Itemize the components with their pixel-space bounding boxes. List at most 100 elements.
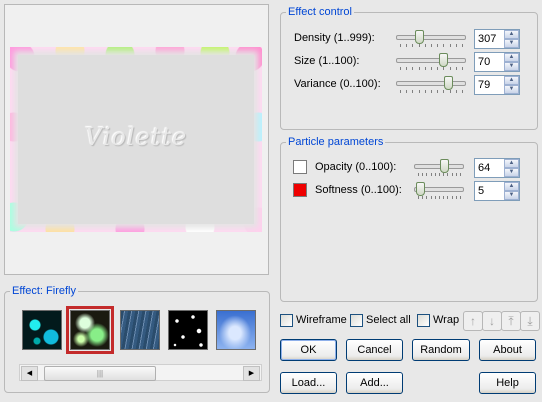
effects-scrollbar[interactable]: ◀ ||| ▶ <box>19 364 262 381</box>
density-label: Density (1..999): <box>294 32 375 44</box>
slider-tick <box>412 44 413 47</box>
slider-thumb[interactable] <box>444 76 453 90</box>
slider-tick <box>425 44 426 47</box>
slider-tick <box>426 196 427 199</box>
spin-up-icon[interactable]: ▲ <box>504 53 519 62</box>
help-button[interactable]: Help <box>479 372 536 394</box>
slider-tick <box>456 90 457 93</box>
softness-color-swatch[interactable] <box>293 183 307 197</box>
opacity-value[interactable]: 64 <box>478 162 490 174</box>
opacity-spinbox[interactable]: 64 ▲ ▼ <box>474 158 520 178</box>
size-spinbox[interactable]: 70 ▲ ▼ <box>474 52 520 72</box>
opacity-label: Opacity (0..100): <box>315 161 397 173</box>
variance-spinbox[interactable]: 79 ▲ ▼ <box>474 75 520 95</box>
slider-tick <box>419 90 420 93</box>
slider-track <box>396 58 466 63</box>
spin-down-icon[interactable]: ▼ <box>504 39 519 48</box>
slider-tick <box>450 90 451 93</box>
preview-canvas: Violette <box>18 55 254 224</box>
slider-tick <box>439 173 440 176</box>
move-up-button[interactable]: ↑ <box>463 311 483 331</box>
slider-thumb[interactable] <box>415 30 424 44</box>
effect-control-title: Effect control <box>288 6 352 18</box>
variance-label: Variance (0..100): <box>294 78 381 90</box>
density-slider[interactable] <box>396 29 466 51</box>
slider-tick <box>443 44 444 47</box>
spin-down-icon[interactable]: ▼ <box>504 85 519 94</box>
wireframe-checkbox[interactable] <box>280 314 293 327</box>
move-down-button[interactable]: ↓ <box>482 311 502 331</box>
slider-tick <box>400 90 401 93</box>
slider-thumb[interactable] <box>416 182 425 196</box>
slider-tick <box>437 44 438 47</box>
spin-up-icon[interactable]: ▲ <box>504 159 519 168</box>
spin-up-icon[interactable]: ▲ <box>504 182 519 191</box>
variance-slider[interactable] <box>396 75 466 97</box>
arrow-to-top-icon: ⤒ <box>508 314 514 328</box>
slider-thumb[interactable] <box>439 53 448 67</box>
slider-tick <box>419 67 420 70</box>
effect-panel-title: Effect: Firefly <box>12 285 76 297</box>
slider-tick <box>443 196 444 199</box>
scroll-left-button[interactable]: ◀ <box>21 366 38 381</box>
slider-tick <box>447 196 448 199</box>
cancel-button[interactable]: Cancel <box>346 339 403 361</box>
slider-tick <box>462 44 463 47</box>
softness-label: Softness (0..100): <box>315 184 402 196</box>
move-top-button[interactable]: ⤒ <box>501 311 521 331</box>
slider-thumb[interactable] <box>440 159 449 173</box>
particle-parameters-title: Particle parameters <box>288 136 384 148</box>
watermark-text: Violette <box>84 123 188 151</box>
arrow-to-bottom-icon: ⤓ <box>527 314 533 328</box>
slider-tick <box>418 196 419 199</box>
softness-slider[interactable] <box>414 181 464 203</box>
preview-image: Violette <box>10 47 262 232</box>
wrap-checkbox[interactable] <box>417 314 430 327</box>
size-slider[interactable] <box>396 52 466 74</box>
softness-spinbox[interactable]: 5 ▲ ▼ <box>474 181 520 201</box>
variance-value[interactable]: 79 <box>478 79 490 91</box>
slider-tick <box>425 90 426 93</box>
slider-track <box>396 35 466 40</box>
clouds-thumbnail[interactable] <box>216 310 256 350</box>
stars-thumbnail[interactable] <box>168 310 208 350</box>
slider-tick <box>456 173 457 176</box>
add-button[interactable]: Add... <box>346 372 403 394</box>
scroll-thumb[interactable]: ||| <box>44 366 156 381</box>
slider-tick <box>462 67 463 70</box>
ok-button[interactable]: OK <box>280 339 337 361</box>
arrow-right-icon: ▶ <box>248 370 255 377</box>
about-button[interactable]: About <box>479 339 536 361</box>
density-spinbox[interactable]: 307 ▲ ▼ <box>474 29 520 49</box>
spin-up-icon[interactable]: ▲ <box>504 30 519 39</box>
slider-tick <box>456 196 457 199</box>
slider-track <box>396 81 466 86</box>
spin-down-icon[interactable]: ▼ <box>504 191 519 200</box>
scroll-right-button[interactable]: ▶ <box>243 366 260 381</box>
select-all-checkbox[interactable] <box>350 314 363 327</box>
slider-tick <box>426 173 427 176</box>
slider-tick <box>431 173 432 176</box>
load-button[interactable]: Load... <box>280 372 337 394</box>
opacity-color-swatch[interactable] <box>293 160 307 174</box>
bubbles-thumbnail[interactable] <box>22 310 62 350</box>
rain-thumbnail[interactable] <box>120 310 160 350</box>
grip-icon: ||| <box>96 369 104 378</box>
slider-tick <box>460 173 461 176</box>
slider-tick <box>431 67 432 70</box>
firefly-thumbnail[interactable] <box>66 306 114 354</box>
softness-value[interactable]: 5 <box>478 185 484 197</box>
density-value[interactable]: 307 <box>478 33 496 45</box>
arrow-left-icon: ◀ <box>26 370 33 377</box>
random-button[interactable]: Random <box>412 339 470 361</box>
spin-down-icon[interactable]: ▼ <box>504 62 519 71</box>
slider-tick <box>443 67 444 70</box>
wrap-label: Wrap <box>433 314 460 326</box>
move-bottom-button[interactable]: ⤓ <box>520 311 540 331</box>
opacity-slider[interactable] <box>414 158 464 180</box>
slider-tick <box>462 90 463 93</box>
size-value[interactable]: 70 <box>478 56 490 68</box>
spin-down-icon[interactable]: ▼ <box>504 168 519 177</box>
spin-up-icon[interactable]: ▲ <box>504 76 519 85</box>
slider-tick <box>450 67 451 70</box>
